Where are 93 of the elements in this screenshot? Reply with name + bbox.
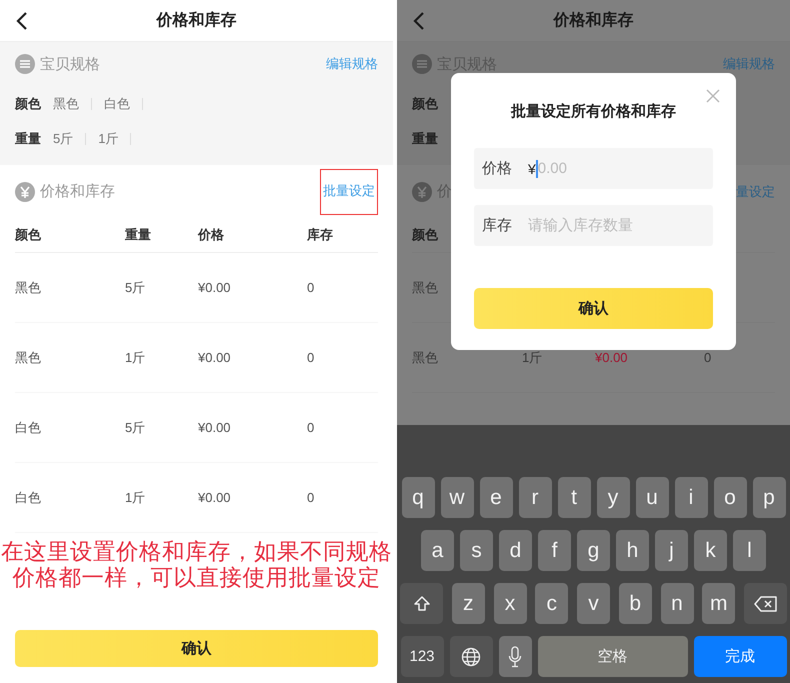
- letter-key[interactable]: x: [494, 583, 526, 624]
- spec-value: 白色: [104, 94, 130, 112]
- letter-key[interactable]: t: [558, 477, 590, 518]
- microphone-key[interactable]: [498, 636, 532, 677]
- batch-set-link[interactable]: 批量设定: [323, 182, 375, 198]
- spec-value: 1斤: [98, 130, 118, 148]
- back-icon[interactable]: [16, 11, 28, 31]
- letter-key[interactable]: i: [674, 477, 708, 518]
- letter-key[interactable]: h: [616, 530, 649, 571]
- yen-icon: [412, 182, 432, 202]
- list-icon: [15, 54, 35, 74]
- letter-key[interactable]: q: [402, 477, 434, 518]
- table-cell-text: 白色: [15, 418, 42, 436]
- letter-key[interactable]: k: [694, 530, 727, 571]
- table-cell-text: 0: [307, 350, 316, 365]
- spec-label: 颜色: [15, 94, 41, 112]
- letter-key[interactable]: e: [480, 477, 512, 518]
- edit-spec-link[interactable]: 编辑规格: [326, 55, 378, 73]
- table-cell-text: 白色: [15, 488, 42, 506]
- letter-key[interactable]: b: [618, 583, 652, 624]
- table-cell-text: 1斤: [125, 488, 146, 506]
- letter-key[interactable]: o: [714, 477, 746, 518]
- table-cell-text: ¥0.00: [198, 350, 232, 365]
- letter-key[interactable]: p: [752, 477, 786, 518]
- table-cell-text: ¥0.00: [595, 350, 629, 365]
- yen-icon: [15, 182, 35, 202]
- backspace-key[interactable]: [744, 583, 787, 624]
- letter-key[interactable]: f: [538, 530, 571, 571]
- letter-key[interactable]: y: [596, 477, 630, 518]
- spec-value: 黑色: [53, 94, 79, 112]
- page-title: 价格和库存: [156, 10, 236, 31]
- globe-key[interactable]: [450, 636, 492, 677]
- table-cell-text: 0: [307, 280, 316, 295]
- currency-prefix: ¥: [528, 160, 536, 176]
- column-header: 重量: [125, 226, 152, 244]
- table-cell-text: 黑色: [412, 348, 439, 366]
- table-cell-text: 5斤: [125, 278, 146, 296]
- list-icon: [412, 54, 432, 74]
- backspace-icon: [754, 596, 778, 612]
- letter-key[interactable]: c: [535, 583, 568, 624]
- letter-key[interactable]: n: [660, 583, 694, 624]
- table-cell-text: 黑色: [15, 348, 42, 366]
- table-cell-text: ¥0.00: [198, 490, 232, 505]
- dialog-title: 批量设定所有价格和库存: [510, 102, 677, 121]
- section-title: 价格和库存: [40, 182, 116, 201]
- spec-label: 重量: [15, 130, 41, 148]
- letter-key[interactable]: a: [421, 530, 454, 571]
- table-cell-text: 5斤: [125, 418, 146, 436]
- section-title: 宝贝规格: [40, 54, 101, 74]
- form-field[interactable]: 库存 请输入库存数量: [474, 205, 713, 246]
- shift-key[interactable]: [400, 583, 443, 624]
- spec-value: 5斤: [53, 130, 74, 148]
- column-header: 库存: [307, 226, 334, 244]
- text-input[interactable]: 请输入库存数量: [528, 217, 705, 234]
- letter-key[interactable]: r: [518, 477, 552, 518]
- table-cell-text: 0: [704, 350, 712, 365]
- confirm-button[interactable]: 确认: [474, 288, 713, 329]
- globe-icon: [461, 646, 481, 666]
- table-cell-text: 0: [307, 490, 316, 505]
- letter-key[interactable]: z: [452, 583, 485, 624]
- spec-label: 颜色: [412, 94, 438, 112]
- field-label: 库存: [482, 216, 512, 235]
- confirm-button[interactable]: 确认: [15, 630, 378, 667]
- done-key[interactable]: 完成: [694, 636, 786, 677]
- microphone-icon: [508, 646, 522, 668]
- form-field[interactable]: 价格 ¥0.00: [474, 148, 713, 189]
- page-title: 价格和库存: [554, 10, 634, 31]
- letter-key[interactable]: d: [499, 530, 532, 571]
- table-cell-text: ¥0.00: [198, 420, 232, 435]
- letter-key[interactable]: u: [636, 477, 668, 518]
- letter-key[interactable]: w: [440, 477, 474, 518]
- space-key[interactable]: 空格: [538, 636, 688, 677]
- table-cell-text: 0: [307, 420, 316, 435]
- letter-key[interactable]: g: [577, 530, 610, 571]
- text-input[interactable]: 0.00: [538, 160, 705, 177]
- table-cell-text: 1斤: [522, 348, 544, 366]
- field-label: 价格: [482, 159, 512, 178]
- table-cell-text: ¥0.00: [198, 280, 232, 295]
- letter-key[interactable]: s: [460, 530, 493, 571]
- table-cell-text: 黑色: [412, 278, 439, 296]
- shift-icon: [412, 594, 432, 614]
- table-cell-text: 黑色: [15, 278, 42, 296]
- table-cell-text: 1斤: [125, 348, 146, 366]
- spec-label: 重量: [412, 130, 438, 148]
- column-header: 价格: [198, 226, 225, 244]
- column-header: 颜色: [15, 226, 42, 244]
- annotation-note: 在这里设置价格和库存，如果不同规格价格都一样，可以直接使用批量设定: [0, 539, 393, 591]
- column-header: 颜色: [412, 226, 439, 244]
- number-key[interactable]: 123: [400, 636, 444, 677]
- letter-key[interactable]: v: [577, 583, 610, 624]
- letter-key[interactable]: m: [702, 583, 736, 624]
- letter-key[interactable]: l: [733, 530, 766, 571]
- letter-key[interactable]: j: [655, 530, 688, 571]
